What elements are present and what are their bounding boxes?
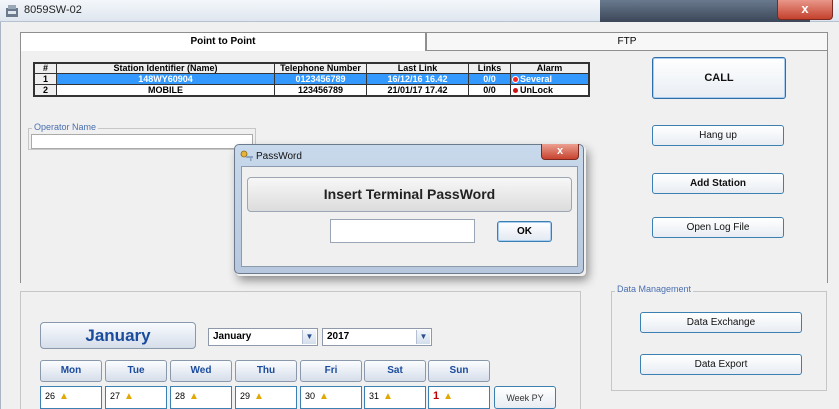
title-bar: 8059SW-02 x bbox=[0, 0, 839, 22]
ok-button[interactable]: OK bbox=[497, 221, 552, 242]
key-icon bbox=[240, 150, 253, 161]
year-select-value: 2017 bbox=[327, 331, 350, 342]
month-select[interactable]: January ▼ bbox=[208, 328, 318, 346]
warning-icon: ▲ bbox=[319, 391, 329, 402]
station-links: 0/0 bbox=[468, 73, 511, 85]
year-select[interactable]: 2017 ▼ bbox=[322, 328, 432, 346]
calendar-day-current[interactable]: 1 ▲ bbox=[428, 386, 490, 409]
table-row[interactable]: 1 148WY60904 0123456789 16/12/16 16.42 0… bbox=[34, 73, 589, 85]
day-number: 29 bbox=[240, 391, 251, 401]
month-title: January bbox=[40, 322, 196, 349]
warning-icon: ▲ bbox=[189, 391, 199, 402]
operator-label: Operator Name bbox=[32, 122, 99, 132]
calendar-day[interactable]: 31 ▲ bbox=[364, 386, 426, 409]
station-alarm: Several bbox=[510, 73, 589, 85]
warning-icon: ▲ bbox=[59, 391, 69, 402]
col-alarm[interactable]: Alarm bbox=[510, 63, 589, 74]
password-input[interactable] bbox=[330, 219, 475, 243]
station-last-link: 16/12/16 16.42 bbox=[366, 73, 469, 85]
calendar-day[interactable]: 30 ▲ bbox=[300, 386, 362, 409]
hang-up-button[interactable]: Hang up bbox=[652, 125, 784, 146]
station-phone: 0123456789 bbox=[274, 73, 367, 85]
data-export-button[interactable]: Data Export bbox=[640, 354, 802, 375]
open-log-file-button[interactable]: Open Log File bbox=[652, 217, 784, 238]
day-number: 27 bbox=[110, 391, 121, 401]
tab-ftp[interactable]: FTP bbox=[426, 32, 828, 51]
day-number: 1 bbox=[433, 390, 440, 402]
col-links[interactable]: Links bbox=[468, 63, 511, 74]
day-header-mon: Mon bbox=[40, 360, 102, 382]
day-header-thu: Thu bbox=[235, 360, 297, 382]
chevron-down-icon[interactable]: ▼ bbox=[302, 330, 316, 344]
data-management-group bbox=[611, 291, 827, 391]
alarm-dot-icon bbox=[513, 77, 518, 83]
day-number: 31 bbox=[369, 391, 380, 401]
window-close-button[interactable]: x bbox=[777, 0, 833, 20]
calendar-day[interactable]: 27 ▲ bbox=[105, 386, 167, 409]
password-prompt: Insert Terminal PassWord bbox=[247, 177, 572, 212]
operator-name-input[interactable] bbox=[31, 134, 253, 149]
warning-icon: ▲ bbox=[443, 391, 454, 402]
day-number: 30 bbox=[305, 391, 316, 401]
data-management-label: Data Management bbox=[615, 284, 694, 294]
warning-icon: ▲ bbox=[254, 391, 264, 402]
station-grid[interactable]: # Station Identifier (Name) Telephone Nu… bbox=[33, 62, 590, 97]
tab-point-to-point[interactable]: Point to Point bbox=[20, 32, 426, 52]
col-phone[interactable]: Telephone Number bbox=[274, 63, 367, 74]
call-button[interactable]: CALL bbox=[652, 57, 786, 99]
day-header-sat: Sat bbox=[364, 360, 426, 382]
window-title: 8059SW-02 bbox=[24, 4, 82, 16]
table-row[interactable]: 2 MOBILE 123456789 21/01/17 17.42 0/0 Un… bbox=[34, 84, 589, 96]
week-button[interactable]: Week PY bbox=[494, 386, 556, 409]
app-icon bbox=[6, 5, 18, 17]
station-phone: 123456789 bbox=[274, 84, 367, 96]
calendar-day[interactable]: 29 ▲ bbox=[235, 386, 297, 409]
day-header-tue: Tue bbox=[105, 360, 167, 382]
alarm-text: Several bbox=[520, 74, 553, 84]
col-index[interactable]: # bbox=[34, 63, 57, 74]
station-last-link: 21/01/17 17.42 bbox=[366, 84, 469, 96]
alarm-text: UnLock bbox=[520, 85, 554, 95]
day-number: 26 bbox=[45, 391, 56, 401]
col-last-link[interactable]: Last Link bbox=[366, 63, 469, 74]
col-station-name[interactable]: Station Identifier (Name) bbox=[56, 63, 275, 74]
calendar-day[interactable]: 28 ▲ bbox=[170, 386, 232, 409]
day-number: 28 bbox=[175, 391, 186, 401]
station-name: MOBILE bbox=[56, 84, 275, 96]
row-index: 2 bbox=[34, 84, 57, 96]
day-header-sun: Sun bbox=[428, 360, 490, 382]
station-links: 0/0 bbox=[468, 84, 511, 96]
station-name: 148WY60904 bbox=[56, 73, 275, 85]
warning-icon: ▲ bbox=[124, 391, 134, 402]
day-header-fri: Fri bbox=[300, 360, 362, 382]
add-station-button[interactable]: Add Station bbox=[652, 173, 784, 194]
row-index: 1 bbox=[34, 73, 57, 85]
station-alarm: UnLock bbox=[510, 84, 589, 96]
data-exchange-button[interactable]: Data Exchange bbox=[640, 312, 802, 333]
alarm-dot-icon bbox=[513, 88, 518, 94]
calendar-day[interactable]: 26 ▲ bbox=[40, 386, 102, 409]
dialog-title: PassWord bbox=[256, 151, 302, 162]
dialog-close-button[interactable]: x bbox=[541, 144, 579, 160]
day-header-wed: Wed bbox=[170, 360, 232, 382]
month-select-value: January bbox=[213, 331, 252, 342]
warning-icon: ▲ bbox=[383, 391, 393, 402]
chevron-down-icon[interactable]: ▼ bbox=[416, 330, 430, 344]
